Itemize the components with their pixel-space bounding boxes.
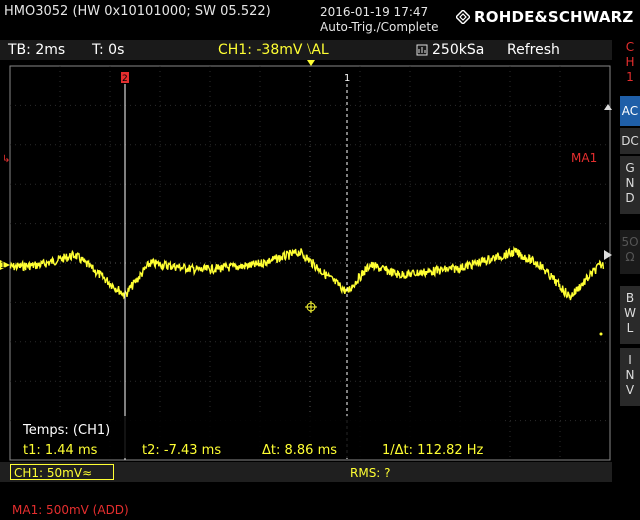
gnd-letter: D — [625, 191, 635, 205]
inv-letter: I — [628, 353, 632, 367]
dc-label: DC — [621, 134, 639, 148]
timebase-readout[interactable]: TB: 2ms — [8, 42, 65, 58]
channel1-indicator: C H 1 — [620, 40, 640, 92]
invert-button[interactable]: I N V — [620, 348, 640, 406]
rohde-schwarz-logo-icon — [456, 10, 470, 24]
impedance-50ohm-button[interactable]: 5O Ω — [620, 230, 640, 274]
ma1-label: MA1 — [571, 151, 597, 165]
ohm-label: Ω — [625, 250, 635, 264]
rms-readout: RMS: ? — [350, 466, 391, 480]
trigger-level-readout[interactable]: CH1: -38mV ⧵AL — [218, 42, 329, 58]
delta-t-readout: Δt: 8.86 ms — [262, 443, 337, 458]
acquisition-mode-readout[interactable]: Refresh — [507, 42, 560, 58]
ohm-label: 5O — [621, 235, 639, 249]
ma1-ground-marker-icon: ↳ — [2, 154, 10, 165]
bwl-letter: B — [625, 291, 635, 305]
gnd-letter: G — [625, 161, 635, 175]
ma1-scale-readout[interactable]: MA1: 500mV (ADD) — [12, 503, 129, 517]
cursor-1-label: 1 — [344, 73, 350, 84]
measurement-title: Temps: (CH1) — [22, 423, 110, 438]
ch1-scale-box[interactable]: CH1: 50mV≈ — [10, 464, 114, 480]
coupling-ac-button[interactable]: AC — [620, 96, 640, 126]
trigger-status-text: Auto-Trig./Complete — [320, 20, 439, 34]
coupling-gnd-button[interactable]: G N D — [620, 156, 640, 214]
t1-readout: t1: 1.44 ms — [23, 443, 98, 458]
device-model-text: HMO3052 (HW 0x10101000; SW 05.522) — [4, 4, 271, 19]
ch1-ground-marker-label: 1 — [0, 261, 6, 271]
ac-label: AC — [621, 104, 639, 118]
frequency-readout: 1/Δt: 112.82 Hz — [382, 443, 484, 458]
acquisition-icon — [416, 44, 428, 56]
brand-name: ROHDE&SCHWARZ — [474, 8, 634, 26]
trigger-time-readout[interactable]: T: 0s — [92, 42, 124, 58]
channel-letter: 1 — [626, 70, 634, 84]
bwl-letter: L — [626, 321, 634, 335]
bandwidth-limit-button[interactable]: B W L — [620, 286, 640, 344]
channel-letter: H — [625, 55, 635, 69]
inv-letter: N — [625, 368, 635, 382]
dot-marker — [599, 332, 603, 336]
coupling-dc-button[interactable]: DC — [620, 128, 640, 154]
inv-letter: V — [625, 383, 635, 397]
channel-letter: C — [625, 40, 635, 54]
cursor-2-label: 2 — [122, 74, 128, 84]
waveform-display[interactable]: MA1 ↳ 1 2 1 Temps: (CH1) t1: 1.44 ms t2:… — [0, 60, 612, 462]
trigger-position-marker-icon — [307, 60, 315, 66]
datetime-text: 2016-01-19 17:47 — [320, 5, 429, 19]
gnd-letter: N — [625, 176, 635, 190]
t2-readout: t2: -7.43 ms — [142, 443, 221, 458]
bwl-letter: W — [624, 306, 636, 320]
sample-rate-readout[interactable]: 250kSa — [432, 42, 484, 58]
